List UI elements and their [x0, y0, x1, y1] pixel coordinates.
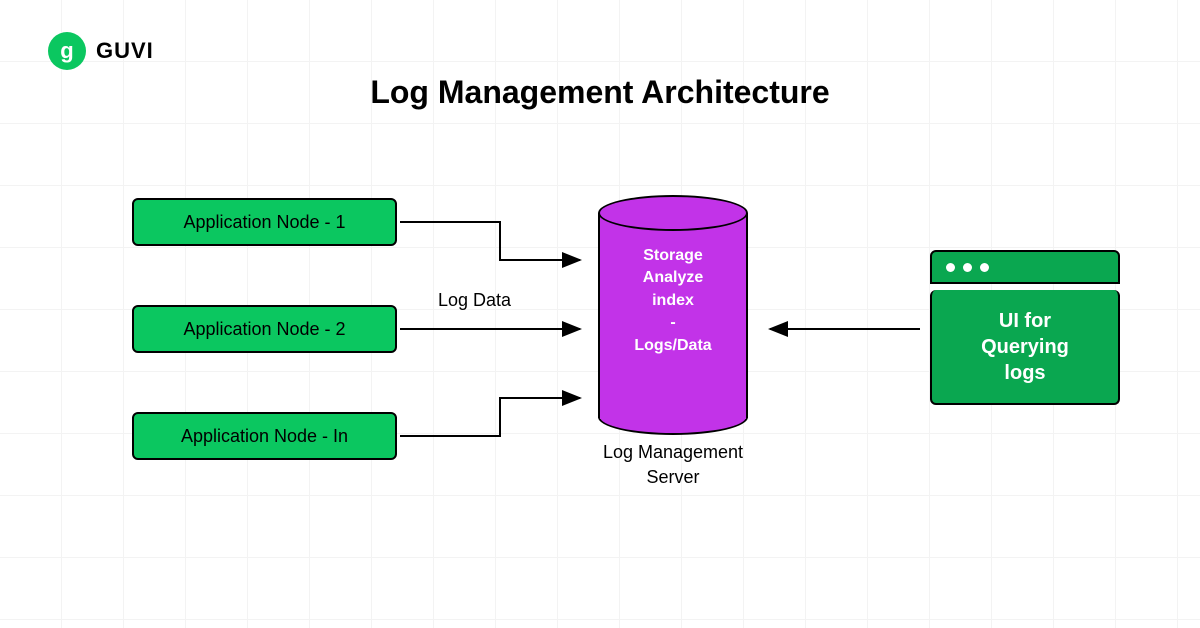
arrow-node1: [400, 222, 580, 260]
page-title: Log Management Architecture: [370, 74, 829, 111]
ui-query-box: UI for Querying logs: [930, 250, 1120, 405]
ui-box-header: [930, 250, 1120, 284]
ui-box-line-2: Querying: [981, 336, 1069, 358]
server-label: Log Management Server: [598, 440, 748, 490]
cylinder-mask: [600, 399, 746, 419]
cylinder-text: Storage Analyze index - Logs/Data: [598, 245, 748, 357]
cylinder-top: [598, 195, 748, 231]
cyl-line-4: -: [670, 314, 675, 331]
brand-logo: g GUVI: [48, 32, 154, 70]
ui-box-line-1: UI for: [999, 310, 1051, 332]
cyl-line-3: index: [652, 292, 694, 309]
app-node-2: Application Node - 2: [132, 305, 397, 353]
app-node-1: Application Node - 1: [132, 198, 397, 246]
logo-icon: g: [48, 32, 86, 70]
window-dot-icon: [963, 263, 972, 272]
window-dot-icon: [946, 263, 955, 272]
arrow-node3: [400, 398, 580, 436]
window-dot-icon: [980, 263, 989, 272]
cyl-line-2: Analyze: [643, 269, 703, 286]
ui-box-body: UI for Querying logs: [930, 290, 1120, 405]
app-node-n: Application Node - In: [132, 412, 397, 460]
ui-box-line-3: logs: [1004, 362, 1045, 384]
storage-cylinder: Storage Analyze index - Logs/Data: [598, 195, 748, 425]
brand-name: GUVI: [96, 38, 154, 64]
cyl-line-5: Logs/Data: [634, 337, 711, 354]
flow-label: Log Data: [438, 290, 511, 311]
cyl-line-1: Storage: [643, 247, 703, 264]
